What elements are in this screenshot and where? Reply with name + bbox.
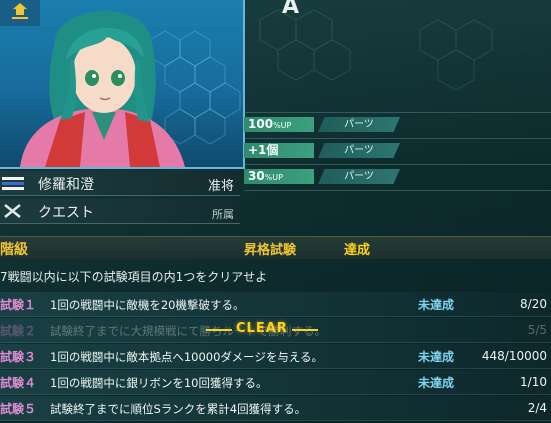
divider: [244, 164, 551, 165]
trial-label: 試験４: [0, 376, 37, 390]
crossed-swords-icon: [4, 204, 21, 218]
mission-row: クエスト 所属: [0, 199, 240, 224]
trial-status: 未達成: [418, 298, 455, 312]
trial-row[interactable]: 試験５ 試験終了までに順位Sランクを累計4回獲得する。 2/4: [0, 396, 551, 422]
trial-row[interactable]: 試験３ 1回の戦闘中に敵本拠点へ10000ダメージを与える。 未達成 448/1…: [0, 344, 551, 370]
pilot-rank: 准将: [207, 179, 234, 194]
trial-label: 試験１: [0, 298, 37, 312]
pilot-name-row: 修羅和澄 准将: [0, 171, 240, 196]
mission-label: クエスト: [38, 205, 94, 221]
bonus-tag: パーツ: [318, 169, 400, 184]
trial-label: 試験５: [0, 402, 37, 416]
trial-text: 1回の戦闘中に銀リボンを10回獲得する。: [50, 376, 268, 390]
rank-letter: A: [282, 0, 301, 19]
bonus-value: +1個: [244, 143, 314, 158]
pilot-portrait: [0, 0, 245, 169]
bonus-tag: パーツ: [318, 117, 400, 132]
trial-row[interactable]: 試験１ 1回の戦闘中に敵機を20機撃破する。 未達成 8/20: [0, 292, 551, 318]
trial-label: 試験３: [0, 350, 37, 364]
faction-emblem-icon: [0, 0, 40, 26]
rank-heading: 階級: [0, 242, 28, 258]
trial-progress: 5/5: [527, 323, 547, 337]
divider: [244, 190, 551, 191]
affiliation-label: 所属: [212, 208, 234, 221]
trial-progress: 1/10: [520, 375, 547, 389]
achieved-heading: 達成: [344, 243, 371, 258]
trial-progress: 2/4: [527, 401, 547, 415]
divider: [244, 138, 551, 139]
promotion-condition: 7戦闘以内に以下の試験項目の内1つをクリアせよ: [0, 270, 268, 284]
trial-row[interactable]: 試験４ 1回の戦闘中に銀リボンを10回獲得する。 未達成 1/10: [0, 370, 551, 396]
bonus-tag: パーツ: [318, 143, 400, 158]
bonus-value: 30%UP: [244, 169, 314, 184]
promotion-test-heading: 昇格試験: [244, 243, 297, 258]
trial-progress: 8/20: [520, 297, 547, 311]
trial-row[interactable]: 試験２ 試験終了までに大規模戦にて勝ちルートで勝利する。 5/5 CLEAR: [0, 318, 551, 344]
trial-text: 1回の戦闘中に敵本拠点へ10000ダメージを与える。: [50, 350, 323, 364]
trial-status: 未達成: [418, 350, 455, 364]
trial-progress: 448/10000: [481, 349, 547, 363]
divider: [244, 112, 551, 113]
trial-text: 1回の戦闘中に敵機を20機撃破する。: [50, 298, 245, 312]
bonus-value: 100%UP: [244, 117, 314, 132]
trial-status: 未達成: [418, 376, 455, 390]
clear-badge: CLEAR: [206, 321, 318, 336]
pilot-name: 修羅和澄: [38, 177, 94, 193]
trial-text: 試験終了までに順位Sランクを累計4回獲得する。: [50, 402, 307, 416]
rank-insignia-icon: [2, 177, 24, 190]
trial-label: 試験２: [0, 324, 37, 338]
